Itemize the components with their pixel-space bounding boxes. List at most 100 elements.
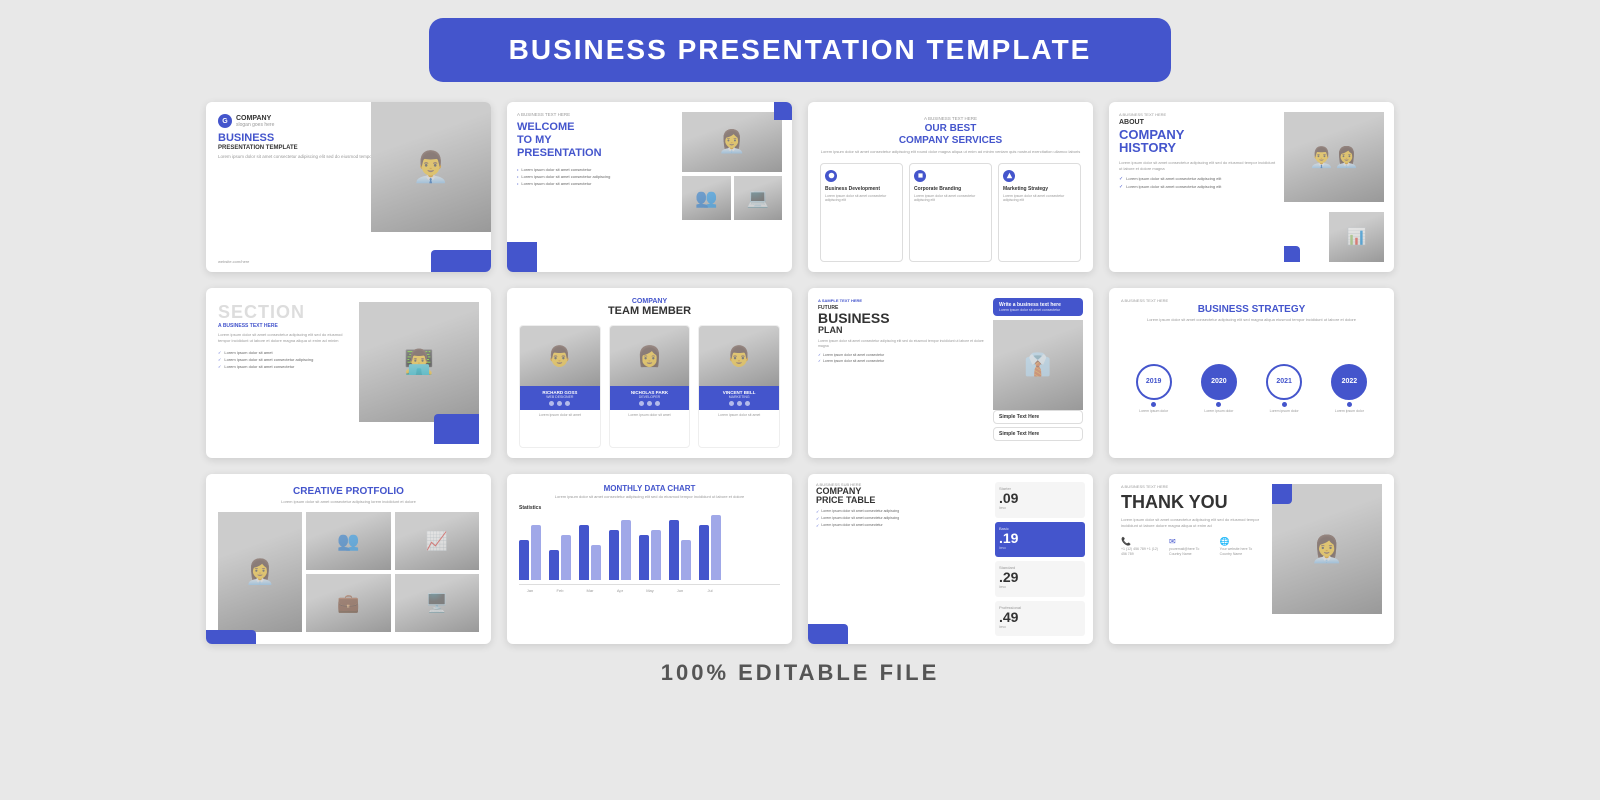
- circle-2022: 2022: [1331, 364, 1367, 400]
- price-big-basic: .19: [999, 531, 1081, 545]
- contact-web: 🌐 Your website here To Country Name: [1220, 537, 1264, 557]
- slide2-photo-grid: 👥 💻: [682, 176, 782, 262]
- slide-thankyou: A BUSINESS TEXT HERE THANK YOU Lorem ips…: [1109, 474, 1394, 644]
- service-title-3: Marketing Strategy: [1003, 186, 1076, 192]
- bar-may-1: [639, 535, 649, 580]
- service-desc-3: Lorem ipsum dolor sit amet consectetur a…: [1003, 194, 1076, 203]
- slide4-left: A BUSINESS TEXT HERE ABOUT COMPANY HISTO…: [1119, 112, 1276, 262]
- circle-year-2020: 2020: [1211, 378, 1227, 385]
- slide7-gray1: Simple Text Here: [993, 410, 1083, 424]
- price-big-pro: .49: [999, 610, 1081, 624]
- social-dot: [745, 401, 750, 406]
- slide4-photo-main: 👨‍💼👩‍💼: [1284, 112, 1384, 202]
- x-label-jul: Jul: [699, 588, 721, 593]
- slide-section: SECTION A BUSINESS TEXT HERE Lorem ipsum…: [206, 288, 491, 458]
- price-big-standard: .29: [999, 570, 1081, 584]
- slide2-blue-accent-left: [507, 242, 537, 272]
- social-dot: [639, 401, 644, 406]
- slide7-sample: A SAMPLE TEXT HERE: [818, 298, 985, 303]
- member1-social: [524, 401, 596, 406]
- member3-role: MARKETING: [703, 395, 775, 399]
- slide10-desc: Lorem ipsum dolor sit amet consectetur a…: [519, 494, 780, 499]
- bar-jan-2: [531, 525, 541, 580]
- slide7-gray2: Simple Text Here: [993, 427, 1083, 441]
- bar-jul-2: [711, 515, 721, 580]
- service-desc-1: Lorem ipsum dolor sit amet consectetur a…: [825, 194, 898, 203]
- circle-2020: 2020: [1201, 364, 1237, 400]
- service-item-3: Marketing Strategy Lorem ipsum dolor sit…: [998, 163, 1081, 262]
- circle-year-2019: 2019: [1146, 378, 1162, 385]
- social-dot: [729, 401, 734, 406]
- slide2-photo-top-person: 👩‍💼: [682, 112, 782, 172]
- slide5-blue-corner: [434, 414, 479, 444]
- slide-welcome: A BUSINESS TEXT HERE WELCOME TO MY PRESE…: [507, 102, 792, 272]
- slide9-blue-strip: [206, 630, 256, 644]
- service-icon-1: [825, 170, 837, 182]
- circle-desc-2022: Lorem ipsum dolor: [1335, 409, 1364, 413]
- company-name: COMPANY: [236, 115, 274, 122]
- slide2-right: 👩‍💼 👥 💻: [682, 112, 782, 262]
- slide-team: COMPANY TEAM MEMBER 👨 RICHARD GOSS WEB D…: [507, 288, 792, 458]
- slide2-to: TO MY: [517, 134, 552, 146]
- email-icon: ✉: [1169, 537, 1212, 546]
- slide2-blue-accent-top: [774, 102, 792, 120]
- slide6-team-title: TEAM MEMBER: [519, 305, 780, 317]
- bar-mar-1: [579, 525, 589, 580]
- slide7-gray1-title: Simple Text Here: [999, 414, 1077, 420]
- slide4-history: COMPANY HISTORY: [1119, 128, 1276, 154]
- bar-jun-1: [669, 520, 679, 580]
- slide3-desc: Lorem ipsum dolor sit amet consectetur a…: [820, 149, 1081, 155]
- slide4-about: ABOUT: [1119, 119, 1276, 127]
- member2-photo: 👩: [610, 326, 690, 386]
- slide2-photo-sm2: 💻: [734, 176, 783, 220]
- web-icon: 🌐: [1220, 537, 1264, 546]
- service-desc-2: Lorem ipsum dolor sit amet consectetur a…: [914, 194, 987, 203]
- social-dot: [565, 401, 570, 406]
- slide3-heading: OUR BEST COMPANY SERVICES: [820, 123, 1081, 147]
- slide12-biz-label: A BUSINESS TEXT HERE: [1121, 484, 1264, 489]
- slide5-check3: Lorem ipsum dolor sit amet consectetur: [218, 364, 349, 369]
- bar-jun-2: [681, 540, 691, 580]
- slide5-biz-tag: A BUSINESS TEXT HERE: [218, 323, 349, 329]
- price-big-starter: .09: [999, 491, 1081, 505]
- slide7-plan: PLAN: [818, 325, 985, 335]
- social-dot: [647, 401, 652, 406]
- slide5-body: Lorem ipsum dolor sit amet consectetur a…: [218, 332, 349, 344]
- contact-email-text: youremail@here To Country Name: [1169, 547, 1212, 557]
- circle-desc-2020: Lorem ipsum dolor: [1204, 409, 1233, 413]
- slide11-check2: Lorem ipsum dolor sit amet consectetur a…: [816, 516, 987, 521]
- footer-text: 100% EDITABLE FILE: [661, 660, 940, 686]
- x-label-feb: Feb: [549, 588, 571, 593]
- year-circle-2020: 2020 Lorem ipsum dolor: [1201, 364, 1237, 413]
- slide5-section-word: SECTION: [218, 302, 349, 323]
- slide12-right: 👩‍💼: [1272, 484, 1382, 634]
- slide9-desc: Lorem ipsum dolor sit amet consectetur a…: [218, 499, 479, 504]
- bar-apr-1: [609, 530, 619, 580]
- slide-history: A BUSINESS TEXT HERE ABOUT COMPANY HISTO…: [1109, 102, 1394, 272]
- slide12-title: THANK YOU: [1121, 493, 1264, 511]
- x-label-mar: Mar: [579, 588, 601, 593]
- member2-info: NICHOLAS PARK DEVELOPER: [610, 386, 690, 410]
- portfolio-photo-3: 📈: [395, 512, 479, 570]
- slide1-footer: website.com/here: [218, 259, 249, 264]
- slide2-photo-sm1: 👥: [682, 176, 731, 220]
- member1-role: WEB DESIGNER: [524, 395, 596, 399]
- service-title-1: Business Development: [825, 186, 898, 192]
- circle-2019: 2019: [1136, 364, 1172, 400]
- slide2-left: A BUSINESS TEXT HERE WELCOME TO MY PRESE…: [517, 112, 674, 262]
- x-label-may: May: [639, 588, 661, 593]
- price-card-starter: Starter .09 /mo: [995, 482, 1085, 518]
- slide7-left: A SAMPLE TEXT HERE FUTURE BUSINESS PLAN …: [818, 298, 985, 448]
- year-circle-2019: 2019 Lorem ipsum dolor: [1136, 364, 1172, 413]
- year-circle-2022: 2022 Lorem ipsum dolor: [1331, 364, 1367, 413]
- circle-dot-2022: [1347, 402, 1352, 407]
- slide5-check2: Lorem ipsum dolor sit amet consectetur a…: [218, 357, 349, 362]
- year-circle-2021: 2021 Lorem ipsum dolor: [1266, 364, 1302, 413]
- slide7-check2: Lorem ipsum dolor sit amet consectetur: [818, 359, 985, 363]
- circle-dot-2021: [1282, 402, 1287, 407]
- portfolio-photo-large: 👩‍💼: [218, 512, 302, 632]
- slide2-small: A BUSINESS TEXT HERE: [517, 112, 674, 117]
- slide5-photo: 👨‍💻: [359, 302, 479, 422]
- bar-jan-1: [519, 540, 529, 580]
- slide7-photo: 👔: [993, 320, 1083, 410]
